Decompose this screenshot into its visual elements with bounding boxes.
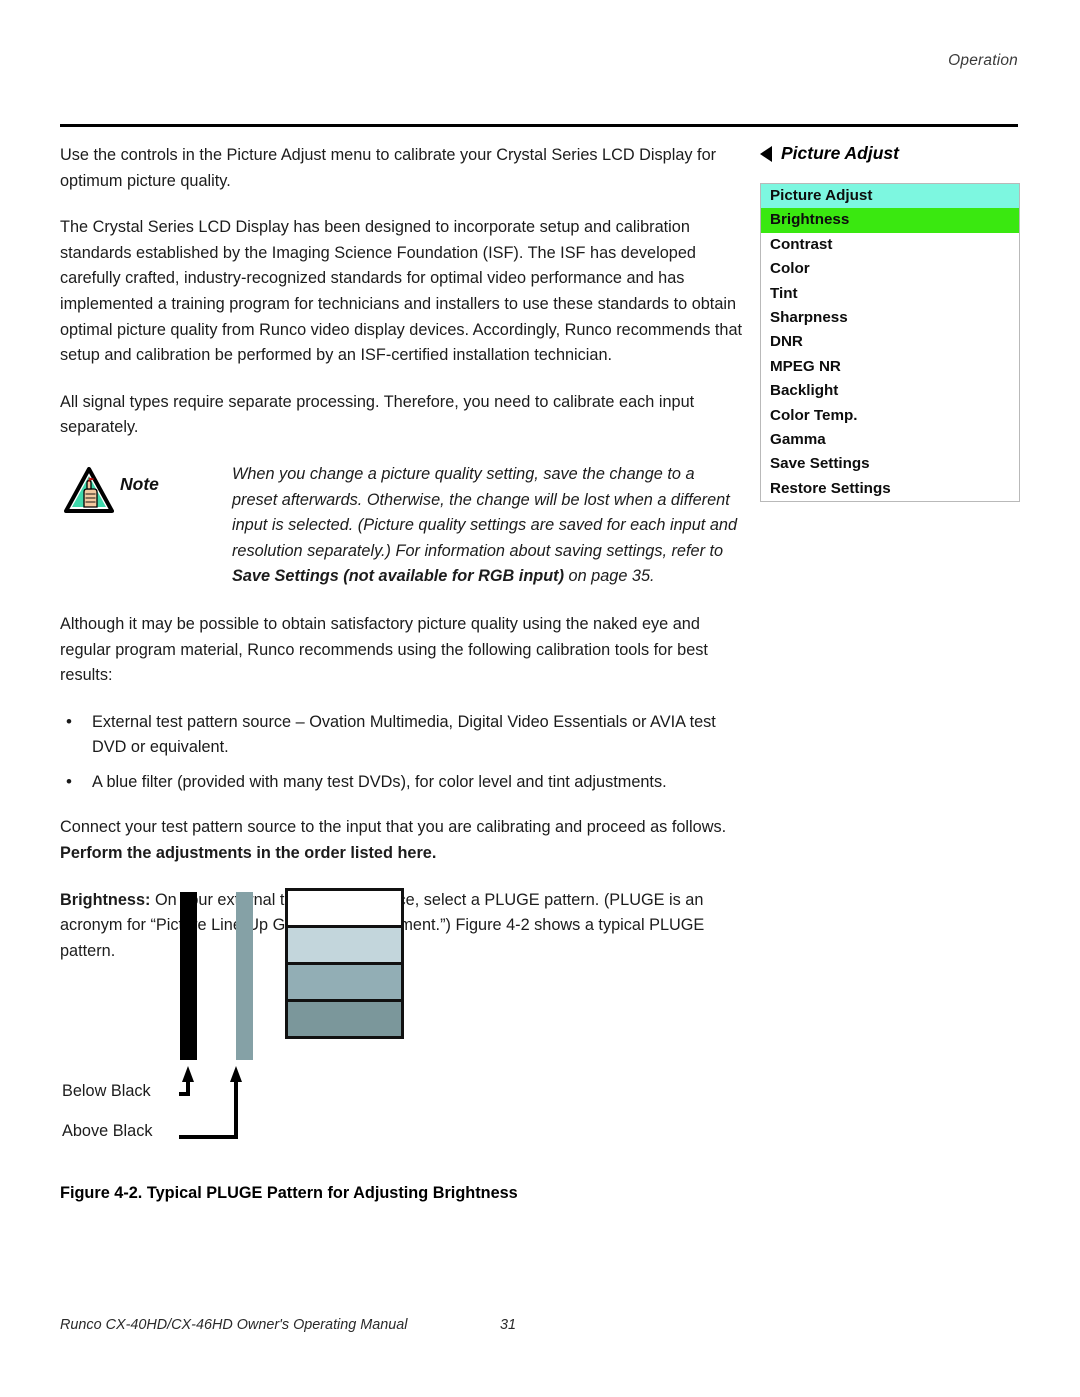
isf-paragraph: The Crystal Series LCD Display has been … [60, 218, 743, 365]
footer-manual-title: Runco CX-40HD/CX-46HD Owner's Operating … [60, 1317, 408, 1333]
connect-text-bold: Perform the adjustments in the order lis… [60, 844, 437, 863]
menu-item-backlight[interactable]: Backlight [761, 379, 1019, 403]
connect-source-paragraph: Connect your test pattern source to the … [60, 815, 744, 866]
note-callout: Note When you change a picture quality s… [60, 462, 744, 590]
pluge-bar-above-black [236, 892, 253, 1060]
note-body: When you change a picture quality settin… [60, 462, 744, 590]
menu-item-tint[interactable]: Tint [761, 282, 1019, 306]
menu-item-save-settings[interactable]: Save Settings [761, 452, 1019, 476]
pluge-gray-stack [285, 888, 404, 1039]
leader-arrows-svg [179, 1066, 242, 1139]
calibration-tools-paragraph: Although it may be possible to obtain sa… [60, 614, 708, 685]
pluge-bar-black [180, 892, 197, 1060]
triangle-left-icon [760, 145, 772, 162]
osd-heading-label: Picture Adjust [781, 143, 899, 163]
list-item: External test pattern source – Ovation M… [60, 709, 744, 761]
menu-item-mpeg-nr[interactable]: MPEG NR [761, 355, 1019, 379]
page-footer: Runco CX-40HD/CX-46HD Owner's Operating … [60, 1317, 1018, 1333]
pluge-figure: Below Black Above Black [60, 888, 750, 1218]
menu-item-color-temp[interactable]: Color Temp. [761, 404, 1019, 428]
main-text-column: Use the controls in the Picture Adjust m… [60, 143, 744, 985]
note-text-bold: Save Settings (not available for RGB inp… [232, 567, 565, 586]
pluge-segment-dark [285, 999, 404, 1039]
warning-triangle-hand-icon [64, 466, 114, 513]
menu-item-sharpness[interactable]: Sharpness [761, 306, 1019, 330]
signal-types-paragraph: All signal types require separate proces… [60, 392, 695, 437]
menu-item-gamma[interactable]: Gamma [761, 428, 1019, 452]
menu-item-restore-settings[interactable]: Restore Settings [761, 477, 1019, 501]
pluge-segment-light [285, 925, 404, 965]
picture-adjust-menu[interactable]: Picture Adjust Brightness Contrast Color… [760, 183, 1020, 503]
note-label: Note [120, 473, 159, 494]
osd-heading: Picture Adjust [760, 143, 1020, 164]
menu-item-dnr[interactable]: DNR [761, 330, 1019, 354]
intro-paragraph: Use the controls in the Picture Adjust m… [60, 146, 717, 190]
figure-caption: Figure 4-2. Typical PLUGE Pattern for Ad… [60, 1184, 518, 1202]
header-rule [60, 124, 1018, 127]
pluge-segment-mid [285, 962, 404, 1002]
menu-item-color[interactable]: Color [761, 257, 1019, 281]
menu-item-picture-adjust[interactable]: Picture Adjust [761, 184, 1019, 209]
note-text-2: on page 35. [564, 567, 655, 586]
osd-column: Picture Adjust Picture Adjust Brightness… [760, 143, 1020, 503]
footer-page-number: 31 [500, 1317, 517, 1333]
pluge-leader-lines: Below Black Above Black [60, 1066, 320, 1176]
menu-item-brightness[interactable]: Brightness [761, 208, 1019, 233]
pluge-segment-white [285, 888, 404, 928]
note-text-1: When you change a picture quality settin… [232, 464, 738, 560]
connect-text: Connect your test pattern source to the … [60, 818, 727, 837]
list-item: A blue filter (provided with many test D… [60, 769, 744, 796]
running-header: Operation [948, 52, 1018, 69]
calibration-tools-list: External test pattern source – Ovation M… [60, 709, 744, 796]
menu-item-contrast[interactable]: Contrast [761, 233, 1019, 257]
